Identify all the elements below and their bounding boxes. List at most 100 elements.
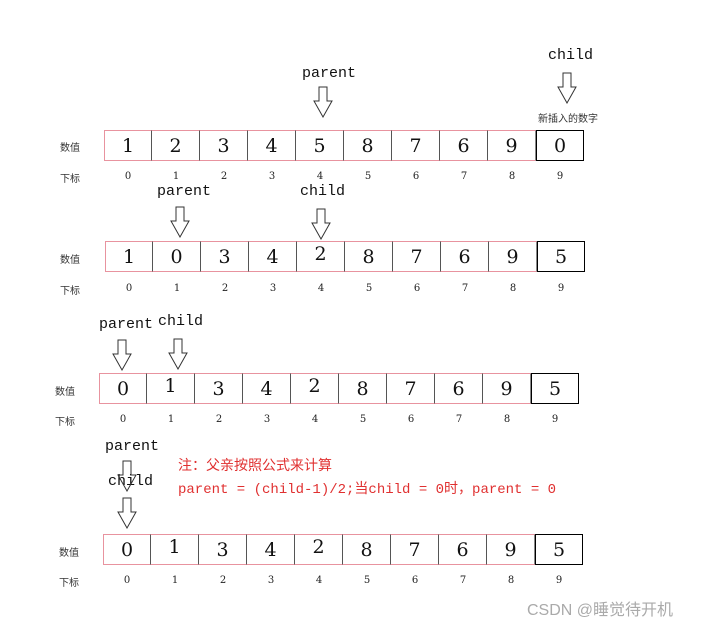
array-cell: 2: [152, 130, 200, 161]
index-value: 1: [172, 171, 180, 182]
array-cell: 4: [249, 241, 297, 272]
index-value: 2: [220, 171, 228, 182]
array-cell: 9: [489, 241, 537, 272]
index-value: 1: [167, 414, 175, 425]
array-cell: 2: [291, 373, 339, 404]
new-array-cell: 5: [531, 373, 579, 404]
index-value: 0: [123, 575, 131, 586]
index-value: 6: [411, 575, 419, 586]
index-value: 5: [363, 575, 371, 586]
index-value: 2: [221, 283, 229, 294]
array-cell: 6: [435, 373, 483, 404]
index-value: 9: [555, 575, 563, 586]
value-row-label: 数值: [59, 548, 79, 559]
parent-pointer-label: parent: [99, 316, 154, 333]
new-array-cell: 0: [536, 130, 584, 161]
index-value: 2: [215, 414, 223, 425]
index-value: 4: [311, 414, 319, 425]
index-value: 9: [557, 283, 565, 294]
value-row-label: 数值: [55, 387, 75, 398]
down-arrow-icon: [168, 338, 188, 370]
index-row-label: 下标: [59, 578, 79, 589]
index-value: 8: [508, 171, 516, 182]
index-row: 0 1 2 3 4 5 6 7 8 9: [103, 575, 583, 586]
index-value: 8: [503, 414, 511, 425]
index-value: 3: [267, 575, 275, 586]
index-row: 0 1 2 3 4 5 6 7 8 9: [104, 171, 584, 182]
index-row-label: 下标: [60, 286, 80, 297]
note-formula: parent = (child-1)/2;当child = 0时，parent …: [178, 482, 557, 498]
index-value: 3: [263, 414, 271, 425]
index-value: 1: [173, 283, 181, 294]
array-cell: 0: [103, 534, 151, 565]
array-cell: 9: [487, 534, 535, 565]
array-cell: 4: [243, 373, 291, 404]
index-value: 3: [268, 171, 276, 182]
index-value: 1: [171, 575, 179, 586]
array-cell: 3: [195, 373, 243, 404]
index-value: 9: [551, 414, 559, 425]
array-cell: 8: [344, 130, 392, 161]
array-cell: 4: [247, 534, 295, 565]
index-value: 6: [413, 283, 421, 294]
array-cell: 8: [339, 373, 387, 404]
index-row-label: 下标: [55, 417, 75, 428]
array-cells: 1 0 3 4 2 8 7 6 9 5: [105, 241, 585, 272]
array-cell: 1: [105, 241, 153, 272]
array-cell: 7: [392, 130, 440, 161]
value-row-label: 数值: [60, 143, 80, 154]
array-cells: 0 1 3 4 2 8 7 6 9 5: [103, 534, 583, 565]
array-cell: 9: [483, 373, 531, 404]
index-row: 0 1 2 3 4 5 6 7 8 9: [99, 414, 579, 425]
parent-pointer-label: parent: [302, 65, 357, 82]
down-arrow-icon: [112, 339, 132, 371]
index-value: 4: [315, 575, 323, 586]
index-row: 0 1 2 3 4 5 6 7 8 9: [105, 283, 585, 294]
array-cell: 3: [200, 130, 248, 161]
parent-pointer-label: parent: [157, 183, 212, 200]
array-cell: 6: [441, 241, 489, 272]
index-value: 7: [455, 414, 463, 425]
array-cell: 0: [99, 373, 147, 404]
index-value: 7: [461, 283, 469, 294]
index-value: 7: [460, 171, 468, 182]
array-cell: 7: [391, 534, 439, 565]
array-cell: 6: [439, 534, 487, 565]
down-arrow-icon: [170, 206, 190, 238]
watermark: CSDN @睡觉待开机: [527, 602, 674, 619]
index-value: 3: [269, 283, 277, 294]
index-row-label: 下标: [60, 174, 80, 185]
array-cell: 1: [104, 130, 152, 161]
index-value: 6: [412, 171, 420, 182]
array-cell: 2: [295, 534, 343, 565]
down-arrow-icon: [313, 86, 333, 118]
array-cells: 0 1 3 4 2 8 7 6 9 5: [99, 373, 579, 404]
new-item-label: 新插入的数字: [538, 114, 598, 125]
array-cell: 3: [199, 534, 247, 565]
index-value: 5: [359, 414, 367, 425]
note-title: 注：父亲按照公式来计算: [178, 458, 332, 474]
index-value: 5: [365, 283, 373, 294]
down-arrow-icon: [311, 208, 331, 240]
array-cell: 8: [345, 241, 393, 272]
index-value: 8: [507, 575, 515, 586]
index-value: 4: [317, 283, 325, 294]
array-cell: 4: [248, 130, 296, 161]
index-value: 7: [459, 575, 467, 586]
index-value: 2: [219, 575, 227, 586]
array-cell: 8: [343, 534, 391, 565]
step-4: parent child 注：父亲按照公式来计算 parent = (child…: [0, 0, 713, 589]
array-cell: 9: [488, 130, 536, 161]
index-value: 5: [364, 171, 372, 182]
array-cell: 3: [201, 241, 249, 272]
index-value: 0: [124, 171, 132, 182]
array-cell: 5: [296, 130, 344, 161]
down-arrow-icon: [557, 72, 577, 104]
index-value: 0: [119, 414, 127, 425]
array-cell: 0: [153, 241, 201, 272]
index-value: 0: [125, 283, 133, 294]
child-pointer-label: child: [158, 313, 204, 330]
index-value: 9: [556, 171, 564, 182]
child-pointer-label: child: [548, 47, 594, 64]
value-row-label: 数值: [60, 255, 80, 266]
